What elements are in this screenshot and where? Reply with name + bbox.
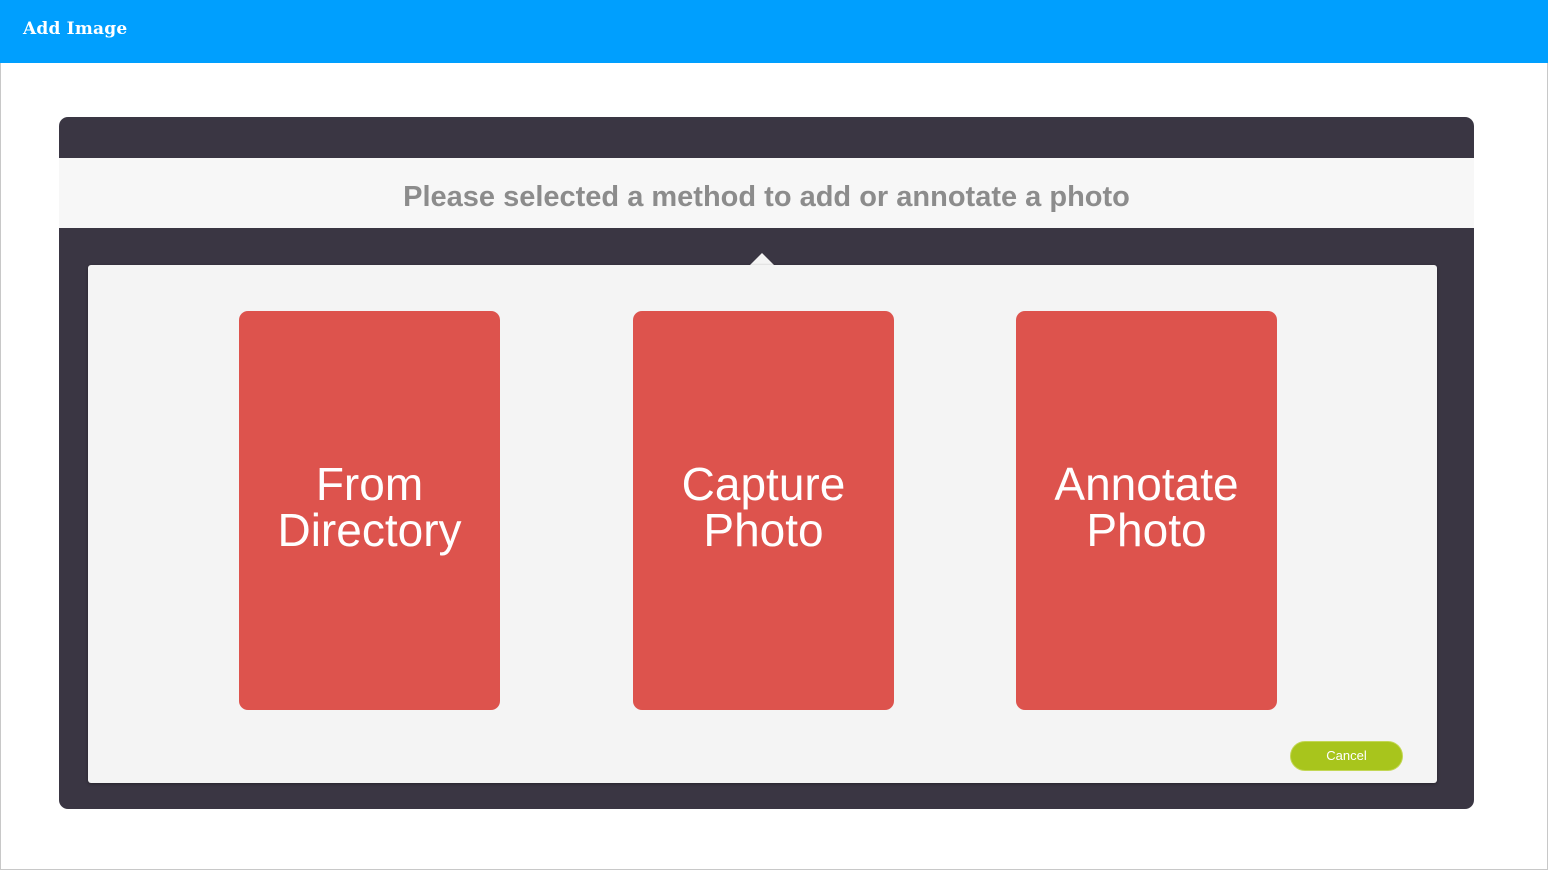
from-directory-button[interactable]: From Directory (239, 311, 500, 710)
from-directory-label: From Directory (277, 457, 462, 556)
capture-photo-button[interactable]: Capture Photo (633, 311, 894, 710)
title-bar: Add Image (0, 0, 1548, 63)
window-title: Add Image (23, 19, 128, 39)
add-image-dialog: Please selected a method to add or annot… (59, 117, 1474, 809)
dialog-header: Please selected a method to add or annot… (59, 158, 1474, 228)
options-panel: From Directory Capture Photo Annotate Ph… (88, 265, 1437, 783)
annotate-photo-button[interactable]: Annotate Photo (1016, 311, 1277, 710)
cancel-button[interactable]: Cancel (1290, 741, 1403, 771)
dialog-heading: Please selected a method to add or annot… (403, 181, 1130, 213)
annotate-photo-label: Annotate Photo (1054, 457, 1239, 556)
capture-photo-label: Capture Photo (681, 457, 846, 556)
